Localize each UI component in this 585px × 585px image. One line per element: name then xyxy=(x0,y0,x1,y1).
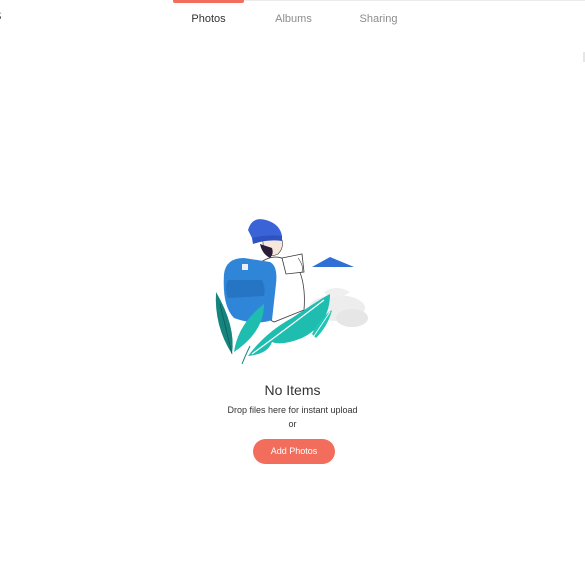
empty-state-subtitle: Drop files here for instant upload xyxy=(227,405,358,415)
app-title: tos xyxy=(0,7,1,25)
empty-state-or: or xyxy=(288,419,297,429)
photos-page: tos Photos Albums Sharing xyxy=(0,0,585,585)
tab-photos[interactable]: Photos xyxy=(173,0,244,40)
add-photos-button[interactable]: Add Photos xyxy=(253,439,335,464)
tab-albums[interactable]: Albums xyxy=(258,0,329,40)
tab-sharing[interactable]: Sharing xyxy=(343,0,414,40)
tab-bar: Photos Albums Sharing xyxy=(173,0,428,40)
hiker-illustration-icon xyxy=(212,214,372,366)
top-bar: tos Photos Albums Sharing xyxy=(0,0,585,40)
empty-state-title: No Items xyxy=(264,382,321,398)
header-divider xyxy=(244,0,585,1)
